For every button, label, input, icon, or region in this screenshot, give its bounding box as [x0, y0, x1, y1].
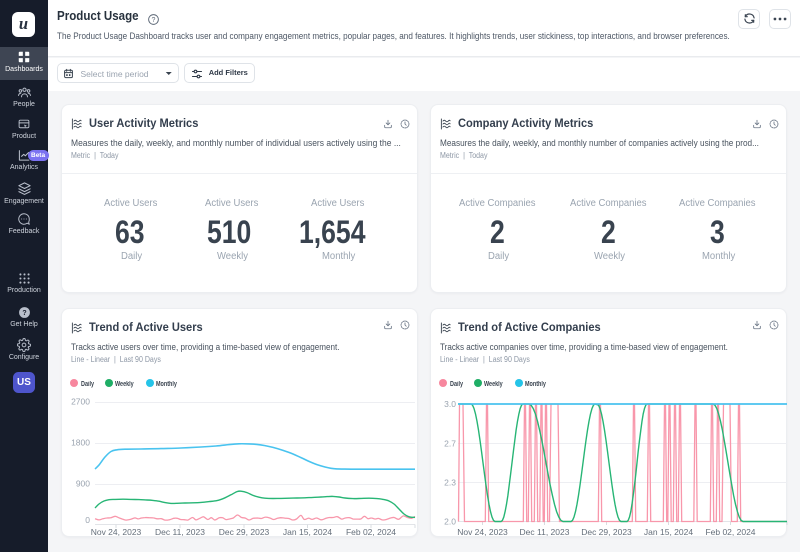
svg-text:1800: 1800	[71, 438, 90, 448]
svg-text:Feb 02, 2024: Feb 02, 2024	[705, 527, 755, 537]
svg-text:?: ?	[152, 17, 156, 24]
svg-text:2.7: 2.7	[444, 439, 456, 449]
svg-text:2.3: 2.3	[444, 478, 456, 488]
svg-text:Dec 29, 2023: Dec 29, 2023	[219, 527, 270, 537]
svg-text:Dec 29, 2023: Dec 29, 2023	[581, 527, 632, 537]
svg-text:?: ?	[22, 310, 26, 317]
svg-text:Jan 15, 2024: Jan 15, 2024	[283, 527, 332, 537]
svg-text:2.0: 2.0	[444, 517, 456, 527]
svg-text:0: 0	[85, 515, 90, 525]
svg-text:900: 900	[76, 479, 90, 489]
svg-text:Dec 11, 2023: Dec 11, 2023	[155, 527, 205, 537]
svg-text:Jan 15, 2024: Jan 15, 2024	[644, 527, 693, 537]
svg-text:Dec 11, 2023: Dec 11, 2023	[520, 527, 570, 537]
svg-text:2700: 2700	[71, 397, 90, 407]
svg-text:Nov 24, 2023: Nov 24, 2023	[91, 527, 142, 537]
svg-text:Nov 24, 2023: Nov 24, 2023	[457, 527, 508, 537]
svg-text:Feb 02, 2024: Feb 02, 2024	[346, 527, 396, 537]
svg-text:3.0: 3.0	[444, 399, 456, 409]
